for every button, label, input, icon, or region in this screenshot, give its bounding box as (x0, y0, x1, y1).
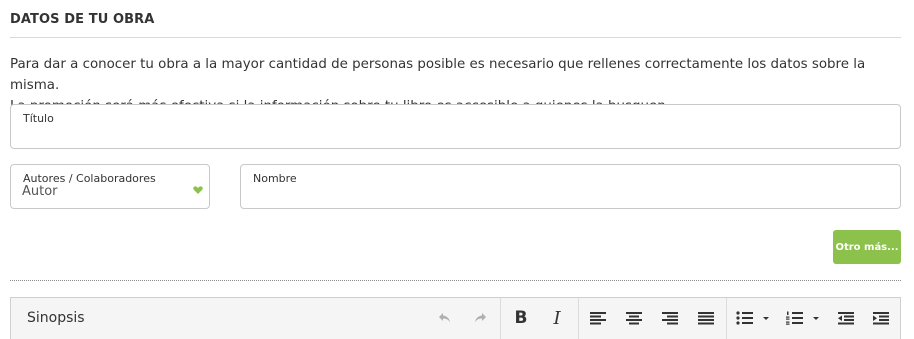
bold-glyph: B (514, 308, 528, 328)
align-left-icon[interactable] (584, 307, 612, 329)
redo-icon[interactable] (466, 307, 494, 329)
nombre-label: Nombre (253, 172, 297, 185)
undo-icon[interactable] (431, 307, 459, 329)
autores-select[interactable]: Autores / Colaboradores Autor (10, 164, 210, 209)
intro-line-1: Para dar a conocer tu obra a la mayor ca… (10, 57, 866, 93)
editor-toolbar: Sinopsis B I (10, 297, 901, 339)
italic-icon[interactable]: I (543, 307, 571, 329)
indent-icon[interactable] (867, 307, 895, 329)
title-divider (10, 37, 901, 38)
toolbar-separator (726, 298, 727, 339)
otro-mas-button[interactable]: Otro más... (833, 230, 901, 264)
numbered-list-icon[interactable] (783, 307, 823, 329)
titulo-label: Título (23, 112, 54, 125)
dotted-divider (10, 280, 901, 281)
toolbar-separator (500, 298, 501, 339)
editor-label: Sinopsis (27, 310, 85, 326)
bullet-list-icon[interactable] (733, 307, 773, 329)
section-title: DATOS DE TU OBRA (10, 12, 155, 27)
heart-icon (193, 180, 203, 194)
outdent-icon[interactable] (832, 307, 860, 329)
align-right-icon[interactable] (656, 307, 684, 329)
align-center-icon[interactable] (620, 307, 648, 329)
titulo-field[interactable]: Título (10, 104, 901, 149)
autores-value: Autor (22, 184, 58, 199)
italic-glyph: I (553, 307, 561, 329)
align-justify-icon[interactable] (692, 307, 720, 329)
nombre-field[interactable]: Nombre (240, 164, 901, 209)
bold-icon[interactable]: B (507, 307, 535, 329)
toolbar-separator (578, 298, 579, 339)
